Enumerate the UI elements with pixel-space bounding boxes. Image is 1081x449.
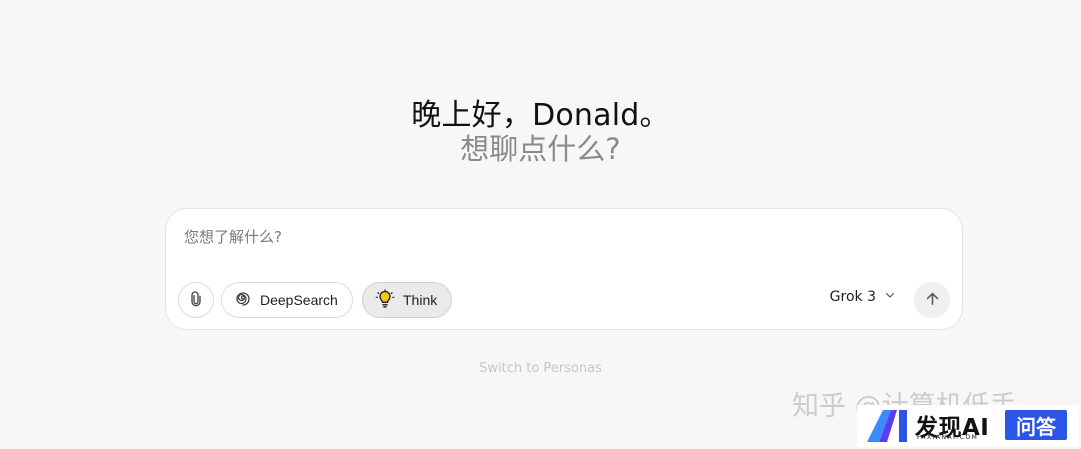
lightbulb-icon [375,288,395,312]
deepsearch-button[interactable]: DeepSearch [221,282,353,318]
think-label: Think [403,292,438,308]
chevron-down-icon [884,289,896,305]
send-button[interactable] [914,282,950,318]
faxianai-logo-icon [865,409,911,447]
paperclip-icon [188,290,204,310]
faxianai-domain: FAXIANAI.COM [917,434,979,441]
model-label: Grok 3 [829,289,876,305]
attach-button[interactable] [178,282,214,318]
deepsearch-label: DeepSearch [260,292,338,308]
chat-composer: DeepSearch Think Grok 3 [165,208,963,330]
faxianai-watermark: 发现AI FAXIANAI.COM 问答 [857,405,1079,447]
think-button[interactable]: Think [362,282,453,318]
page: 晚上好，Donald。 想聊点什么? DeepSearch [0,0,1081,449]
model-selector[interactable]: Grok 3 [830,289,896,305]
spiral-icon [234,290,252,311]
arrow-up-icon [924,290,941,310]
greeting-subtitle: 想聊点什么? [460,132,621,166]
switch-personas-link[interactable]: Switch to Personas [0,361,1081,376]
chat-input[interactable] [184,228,784,246]
faxianai-tag: 问答 [1005,410,1067,440]
